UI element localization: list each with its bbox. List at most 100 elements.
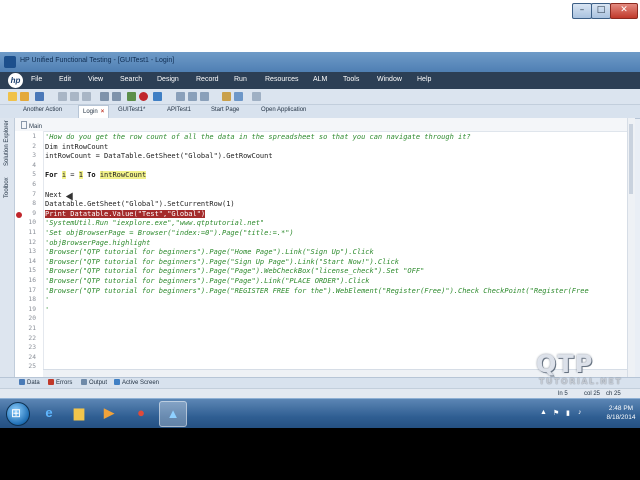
code-text: 'Browser("QTP tutorial for beginners").P… (45, 267, 425, 276)
code-line[interactable]: 4 (0, 162, 640, 172)
taskbar-media-player[interactable]: ▶ (96, 401, 122, 425)
line-number: 19 (28, 305, 36, 313)
menu-window[interactable]: Window (377, 76, 402, 83)
code-line[interactable]: 12 'objBrowserPage.highlight (0, 239, 640, 249)
code-text: 'objBrowserPage.highlight (45, 238, 151, 247)
letterbox-bottom (0, 428, 640, 480)
code-line[interactable]: 6 (0, 181, 640, 191)
record-icon[interactable] (139, 92, 148, 101)
new-icon[interactable] (8, 92, 17, 101)
tab-output[interactable]: Output (81, 379, 107, 386)
redo-icon[interactable] (112, 92, 121, 101)
system-clock[interactable]: 2:48 PM 8/18/2014 (604, 404, 638, 422)
tab-errors-label: Errors (56, 380, 73, 386)
menu-edit[interactable]: Edit (59, 76, 71, 83)
tray-expand-icon[interactable]: ▲ (540, 409, 547, 416)
tab-guitest1[interactable]: GUITest1* (118, 107, 145, 113)
code-line[interactable]: 10 'SystemUtil.Run "iexplore.exe","www.qt… (0, 219, 640, 229)
code-line[interactable]: 18 ' (0, 296, 640, 306)
code-token: = (66, 171, 79, 180)
run-icon[interactable] (153, 92, 162, 101)
taskbar-file-explorer[interactable]: ▆ (66, 401, 92, 425)
menu-file[interactable]: File (31, 76, 42, 83)
menu-view[interactable]: View (88, 76, 103, 83)
tab-data[interactable]: Data (19, 379, 40, 386)
tab-another-action[interactable]: Another Action (23, 107, 62, 113)
action-center-icon[interactable]: ⚑ (553, 409, 559, 417)
save-icon[interactable] (35, 92, 44, 101)
data-icon (19, 379, 25, 385)
tab-data-label: Data (27, 380, 40, 386)
debug-icon[interactable] (127, 92, 136, 101)
scope-dropdown[interactable]: Main (21, 121, 42, 130)
code-line[interactable]: 8 Datatable.GetSheet("Global").SetCurrent… (0, 200, 640, 210)
step-out-icon[interactable] (200, 92, 209, 101)
toolbar-options-icon[interactable] (252, 92, 261, 101)
code-line[interactable]: 13 'Browser("QTP tutorial for beginners")… (0, 248, 640, 258)
object-spy-icon[interactable] (234, 92, 243, 101)
code-line[interactable]: 14 'Browser("QTP tutorial for beginners")… (0, 258, 640, 268)
tab-active-screen[interactable]: Active Screen (114, 379, 159, 386)
menu-help[interactable]: Help (417, 76, 431, 83)
menu-design-label: Design (157, 76, 179, 83)
code-text: intRowCount = DataTable.GetSheet("Global… (45, 152, 273, 161)
minimize-button[interactable]: – (572, 3, 592, 19)
code-line[interactable]: 2 Dim intRowCount (0, 143, 640, 153)
code-line[interactable]: 20 (0, 315, 640, 325)
code-line[interactable]: 22 (0, 335, 640, 345)
maximize-button[interactable]: □ (591, 3, 611, 19)
clock-date: 8/18/2014 (606, 414, 636, 421)
menu-alm[interactable]: ALM (313, 76, 327, 83)
network-icon[interactable]: ▮ (566, 409, 570, 417)
cut-icon[interactable] (58, 92, 67, 101)
menu-run[interactable]: Run (234, 76, 247, 83)
code-line[interactable]: 9 Print Datatable.Value("Test","Global") (0, 209, 640, 220)
volume-icon[interactable]: ♪ (578, 409, 582, 416)
tab-open-application[interactable]: Open Application (261, 107, 306, 113)
taskbar-chrome[interactable]: ● (128, 401, 154, 425)
tab-apitest1[interactable]: APITest1 (167, 107, 191, 113)
line-number: 16 (28, 277, 36, 284)
line-number: 6 (32, 181, 36, 188)
breakpoint-icon[interactable] (16, 211, 22, 218)
step-over-icon[interactable] (188, 92, 197, 101)
paste-icon[interactable] (82, 92, 91, 101)
code-text: 'Browser("QTP tutorial for beginners").P… (45, 257, 400, 266)
code-line[interactable]: 17 'Browser("QTP tutorial for beginners")… (0, 287, 640, 297)
code-text: For i = 1 To intRowCount (45, 171, 147, 180)
menu-help-label: Help (417, 76, 432, 83)
taskbar-uft[interactable]: ▲ (159, 401, 187, 427)
menu-tools[interactable]: Tools (343, 76, 359, 83)
code-line[interactable]: 21 (0, 325, 640, 335)
code-token: For (45, 171, 62, 180)
step-icon[interactable] (176, 92, 185, 101)
tab-start-page[interactable]: Start Page (211, 107, 239, 113)
open-icon[interactable] (20, 92, 29, 101)
object-repository-icon[interactable] (222, 92, 231, 101)
menu-design[interactable]: Design (157, 76, 179, 83)
line-number: 20 (28, 315, 36, 323)
copy-icon[interactable] (70, 92, 79, 101)
code-line[interactable]: 7 Next (0, 191, 640, 201)
start-button[interactable]: ⊞ (6, 402, 30, 426)
code-line[interactable]: 11 'Set objBrowserPage = Browser("index:=… (0, 229, 640, 239)
code-line[interactable]: 5 For i = 1 To intRowCount (0, 171, 640, 181)
tab-close-icon[interactable]: × (101, 109, 105, 115)
taskbar-internet-explorer[interactable]: e (36, 401, 62, 425)
menu-record-label: Record (196, 76, 219, 83)
code-line[interactable]: 19 ' (0, 306, 640, 316)
menu-record[interactable]: Record (196, 76, 219, 83)
tab-start-page-label: Start Page (211, 107, 240, 113)
tab-errors[interactable]: Errors (48, 379, 72, 386)
code-line[interactable]: 1 'How do you get the row count of all th… (0, 133, 640, 143)
code-line[interactable]: 3 intRowCount = DataTable.GetSheet("Globa… (0, 152, 640, 162)
code-line[interactable]: 15 'Browser("QTP tutorial for beginners")… (0, 267, 640, 277)
code-line[interactable]: 16 'Browser("QTP tutorial for beginners")… (0, 277, 640, 287)
tab-login[interactable]: Login × (78, 105, 110, 119)
line-number: 8 (32, 200, 36, 208)
menu-resources[interactable]: Resources (265, 76, 298, 83)
close-button[interactable]: ✕ (610, 3, 638, 19)
undo-icon[interactable] (100, 92, 109, 101)
tab-another-action-label: Another Action (23, 107, 63, 113)
menu-search[interactable]: Search (120, 76, 142, 83)
